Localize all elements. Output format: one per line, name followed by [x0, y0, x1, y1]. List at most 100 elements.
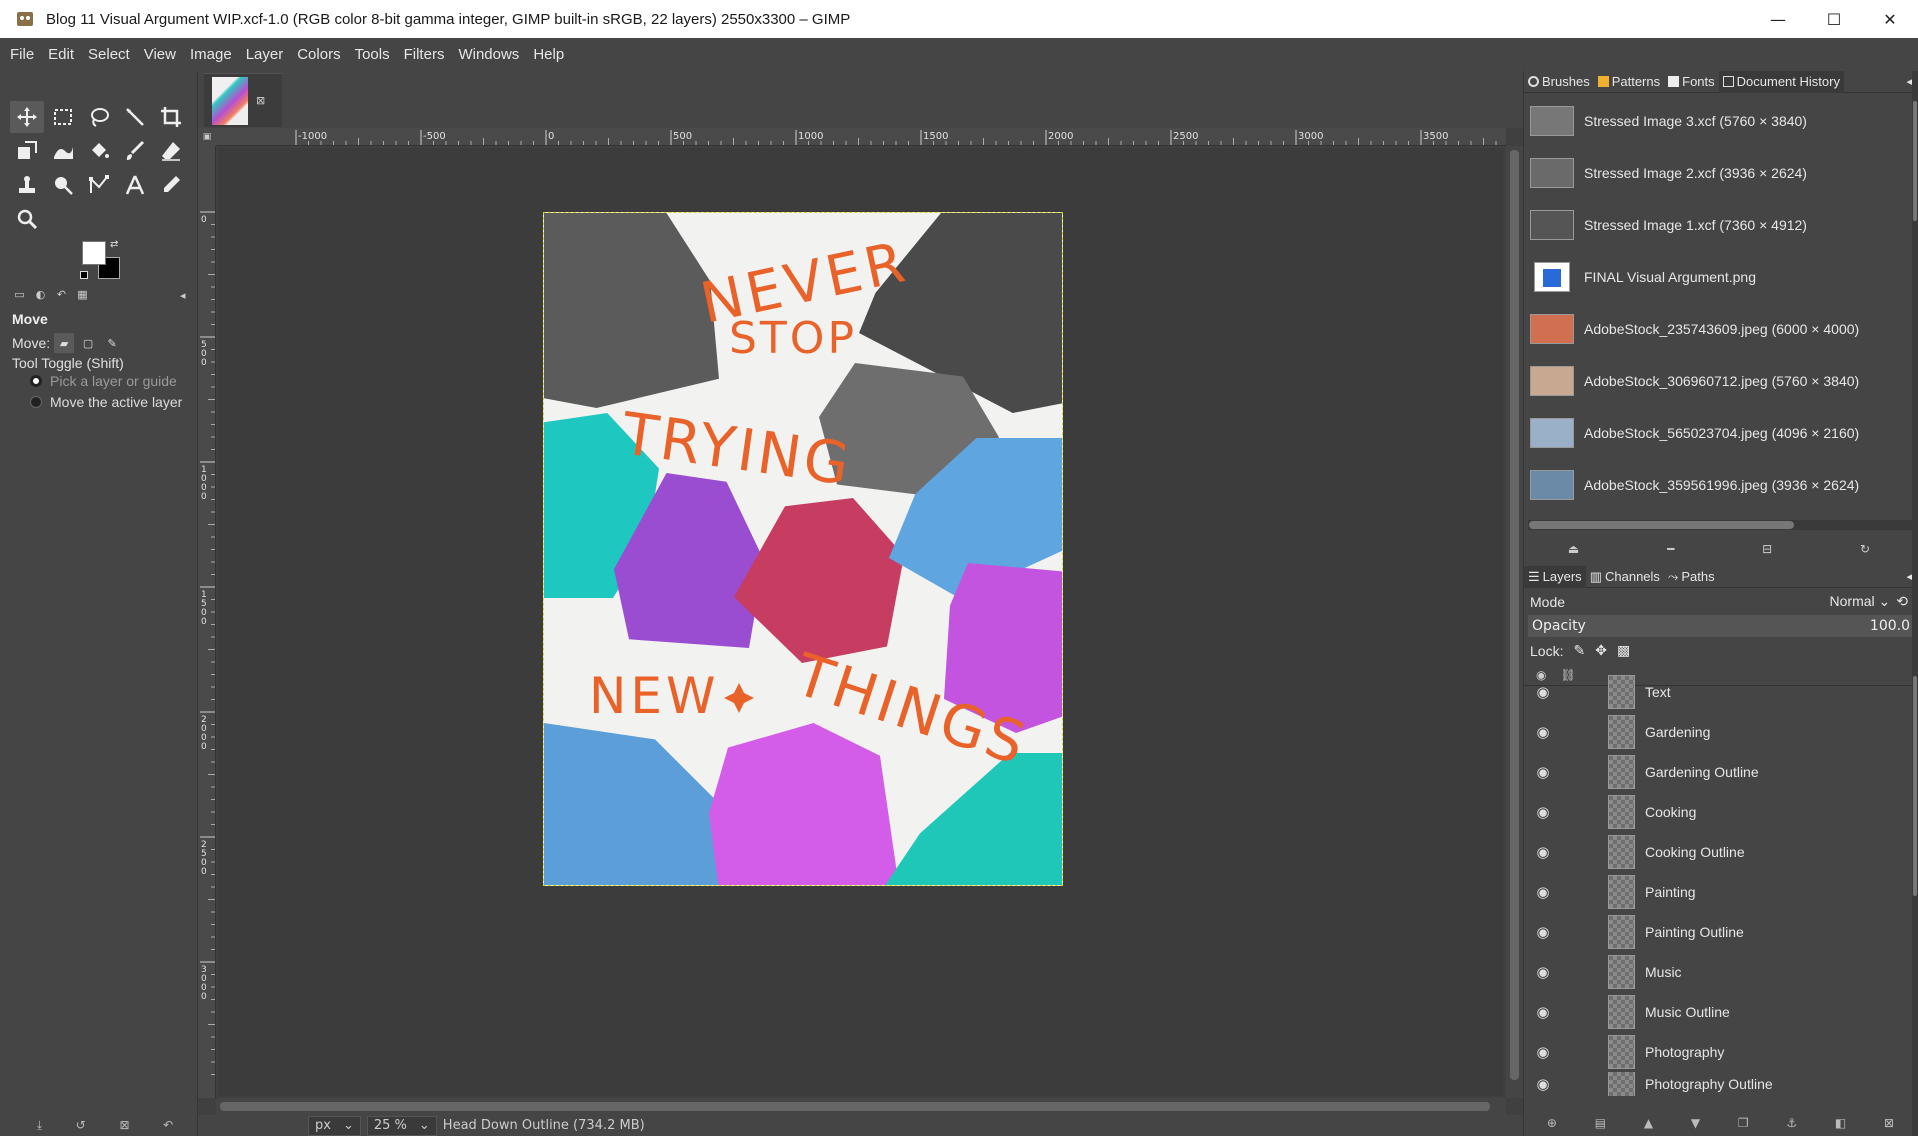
- menu-filters[interactable]: Filters: [402, 44, 447, 65]
- vertical-scrollbar[interactable]: [1506, 146, 1523, 1098]
- tab-patterns[interactable]: Patterns: [1594, 71, 1664, 93]
- menu-colors[interactable]: Colors: [295, 44, 342, 65]
- tab-brushes[interactable]: Brushes: [1524, 71, 1594, 93]
- anchor-layer-icon[interactable]: ⚓: [1786, 1116, 1797, 1134]
- tab-document-history[interactable]: Document History: [1718, 70, 1844, 93]
- eye-icon[interactable]: ◉: [1528, 683, 1558, 701]
- layer-row[interactable]: ◉ Gardening: [1524, 712, 1914, 752]
- new-layer-group-icon[interactable]: ⊕: [1547, 1116, 1557, 1134]
- menu-view[interactable]: View: [142, 44, 178, 65]
- open-document-icon[interactable]: ⏏: [1568, 542, 1579, 562]
- reset-tool-options-icon[interactable]: ↶: [163, 1118, 173, 1136]
- eraser-tool-icon[interactable]: [154, 135, 188, 167]
- bucket-fill-tool-icon[interactable]: [82, 135, 116, 167]
- vertical-ruler[interactable]: 050010001500200025003000: [198, 146, 216, 1098]
- lasso-tool-icon[interactable]: [82, 101, 116, 133]
- image-viewport[interactable]: NEVER STOP TRYING NEW THINGS: [218, 148, 1503, 1096]
- save-tool-preset-icon[interactable]: ⤓: [37, 1118, 42, 1136]
- eye-icon[interactable]: ◉: [1528, 883, 1558, 901]
- layer-list-vscrollbar[interactable]: [1912, 566, 1918, 1136]
- tab-channels[interactable]: ▥ Channels: [1586, 566, 1664, 588]
- menu-tools[interactable]: Tools: [353, 44, 392, 65]
- unit-selector[interactable]: px ⌄: [308, 1115, 361, 1136]
- layer-row[interactable]: ◉ Gardening Outline: [1524, 752, 1914, 792]
- lock-position-icon[interactable]: ✥: [1595, 642, 1607, 659]
- layer-row[interactable]: ◉ Photography: [1524, 1032, 1914, 1072]
- delete-layer-icon[interactable]: ⊠: [1884, 1116, 1894, 1134]
- tool-options-tab-icon[interactable]: ▭: [12, 287, 27, 301]
- text-tool-icon[interactable]: [118, 169, 152, 201]
- mask-layer-icon[interactable]: ◧: [1835, 1116, 1846, 1134]
- document-history-item[interactable]: AdobeStock_565023704.jpeg (4096 × 2160): [1524, 407, 1914, 459]
- document-history-item[interactable]: FINAL Visual Argument.png: [1524, 251, 1914, 303]
- minimize-button[interactable]: —: [1750, 0, 1806, 38]
- reset-colors-icon[interactable]: [80, 271, 88, 279]
- rect-select-tool-icon[interactable]: [46, 101, 80, 133]
- menu-image[interactable]: Image: [188, 44, 234, 65]
- warp-tool-icon[interactable]: [46, 135, 80, 167]
- remove-document-icon[interactable]: ━: [1667, 542, 1674, 562]
- eye-icon[interactable]: ◉: [1528, 963, 1558, 981]
- horizontal-scrollbar[interactable]: [216, 1098, 1506, 1115]
- zoom-selector[interactable]: 25 % ⌄: [366, 1115, 437, 1136]
- fuzzy-select-tool-icon[interactable]: [118, 101, 152, 133]
- paintbrush-tool-icon[interactable]: [118, 135, 152, 167]
- doc-list-hscrollbar[interactable]: [1528, 520, 1913, 530]
- document-history-item[interactable]: Stressed Image 2.xcf (3936 × 2624): [1524, 147, 1914, 199]
- device-status-tab-icon[interactable]: ◐: [33, 287, 48, 301]
- lock-pixels-icon[interactable]: ✎: [1573, 642, 1585, 659]
- move-selection-mode-icon[interactable]: ▢: [78, 333, 98, 353]
- crop-tool-icon[interactable]: [154, 101, 188, 133]
- eye-icon[interactable]: ◉: [1528, 723, 1558, 741]
- move-path-mode-icon[interactable]: ✎: [102, 333, 122, 353]
- poster-canvas[interactable]: NEVER STOP TRYING NEW THINGS: [543, 212, 1063, 886]
- lower-layer-icon[interactable]: ▼: [1691, 1116, 1700, 1134]
- horizontal-ruler[interactable]: -1000 -500 0 500 1000 1500 2000 2500 3000 3500: [216, 128, 1506, 146]
- menu-file[interactable]: File: [8, 44, 36, 65]
- menu-edit[interactable]: Edit: [46, 44, 76, 65]
- raise-layer-icon[interactable]: ▲: [1644, 1116, 1653, 1134]
- color-picker-tool-icon[interactable]: [154, 169, 188, 201]
- tab-fonts[interactable]: Fonts: [1664, 71, 1719, 93]
- foreground-color-swatch[interactable]: [82, 241, 106, 265]
- layer-row[interactable]: ◉ Text: [1524, 672, 1914, 712]
- layer-row[interactable]: ◉ Painting: [1524, 872, 1914, 912]
- eye-icon[interactable]: ◉: [1528, 763, 1558, 781]
- color-swatches[interactable]: ⇄: [80, 239, 126, 281]
- move-tool-icon[interactable]: [10, 101, 44, 133]
- pick-layer-radio[interactable]: Pick a layer or guide: [30, 373, 177, 389]
- eye-icon[interactable]: ◉: [1528, 923, 1558, 941]
- layer-row[interactable]: ◉ Cooking: [1524, 792, 1914, 832]
- eye-icon[interactable]: ◉: [1528, 803, 1558, 821]
- delete-tool-preset-icon[interactable]: ⊠: [119, 1118, 129, 1136]
- menu-select[interactable]: Select: [86, 44, 132, 65]
- document-history-item[interactable]: AdobeStock_359561996.jpeg (3936 × 2624): [1524, 459, 1914, 511]
- menu-layer[interactable]: Layer: [244, 44, 286, 65]
- path-tool-icon[interactable]: [82, 169, 116, 201]
- zoom-tool-icon[interactable]: [10, 203, 44, 235]
- duplicate-layer-icon[interactable]: ❐: [1738, 1116, 1749, 1134]
- images-tab-icon[interactable]: ▦: [75, 287, 90, 301]
- swap-colors-icon[interactable]: ⇄: [110, 239, 118, 250]
- new-layer-icon[interactable]: ▤: [1595, 1116, 1606, 1134]
- layer-row[interactable]: ◉ Music Outline: [1524, 992, 1914, 1032]
- maximize-button[interactable]: ☐: [1806, 0, 1862, 38]
- layer-row[interactable]: ◉ Cooking Outline: [1524, 832, 1914, 872]
- document-history-item[interactable]: Stressed Image 1.xcf (7360 × 4912): [1524, 199, 1914, 251]
- clear-history-icon[interactable]: ⊟: [1762, 542, 1772, 562]
- close-image-tab-icon[interactable]: ⊠: [256, 94, 265, 107]
- eye-icon[interactable]: ◉: [1528, 1043, 1558, 1061]
- layer-row[interactable]: ◉ Music: [1524, 952, 1914, 992]
- refresh-icon[interactable]: ↻: [1860, 542, 1870, 562]
- eye-icon[interactable]: ◉: [1528, 843, 1558, 861]
- quick-mask-corner-icon[interactable]: ▣: [198, 128, 216, 146]
- move-active-layer-radio[interactable]: Move the active layer: [30, 394, 182, 410]
- mode-select[interactable]: Normal ⌄: [1830, 593, 1891, 610]
- mode-reset-icon[interactable]: ⟲: [1896, 593, 1908, 610]
- document-history-item[interactable]: AdobeStock_235743609.jpeg (6000 × 4000): [1524, 303, 1914, 355]
- lock-alpha-icon[interactable]: ▩: [1617, 642, 1630, 659]
- layer-row[interactable]: ◉ Photography Outline: [1524, 1072, 1914, 1096]
- restore-tool-preset-icon[interactable]: ↺: [76, 1118, 86, 1136]
- menu-help[interactable]: Help: [531, 44, 566, 65]
- tab-layers[interactable]: ☰ Layers: [1524, 565, 1586, 588]
